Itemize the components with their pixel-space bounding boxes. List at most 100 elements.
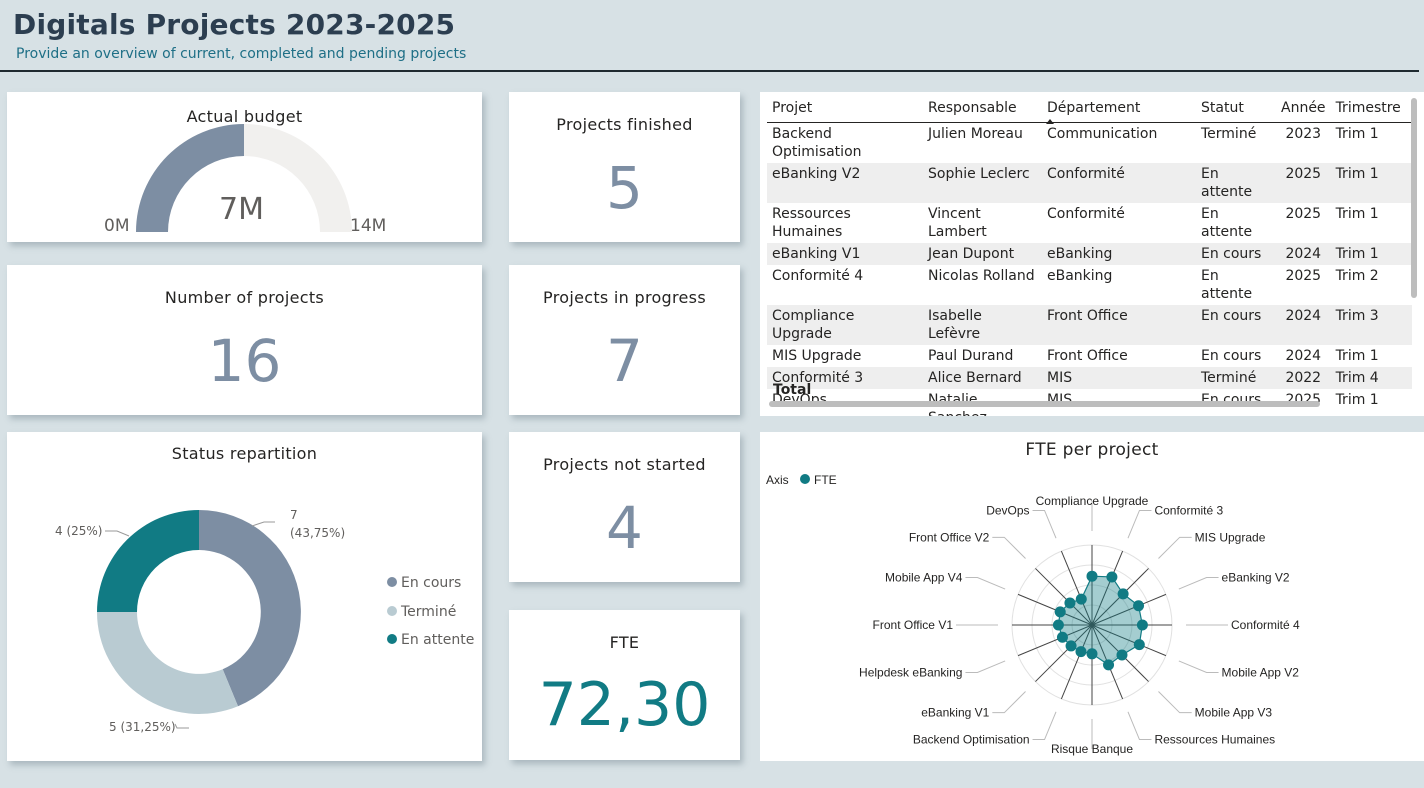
header: Digitals Projects 2023-2025 Provide an o… — [0, 0, 1424, 72]
leader-termine — [174, 723, 189, 729]
radar-leader — [992, 536, 1026, 559]
table-cell: Jean Dupont — [923, 243, 1042, 265]
legend-dot-icon — [387, 577, 397, 587]
radar-leader — [992, 691, 1026, 714]
fte-card[interactable]: FTE 72,30 — [509, 610, 740, 760]
gauge-max: 14M — [350, 216, 387, 236]
radar-point[interactable] — [1054, 606, 1066, 618]
table-cell: Trim 1 — [1335, 206, 1379, 222]
table-cell: eBanking — [1042, 243, 1196, 265]
table-cell: Communication — [1047, 126, 1158, 142]
fte-value: 72,30 — [538, 670, 711, 740]
table-row[interactable]: eBanking V2 Sophie Leclerc Conformité En at… — [767, 163, 1412, 203]
radar-point[interactable] — [1075, 593, 1087, 605]
col-statut[interactable]: Statut — [1196, 96, 1276, 123]
label-en-attente: 4 (25%) — [55, 524, 103, 538]
gauge-min: 0M — [104, 216, 130, 236]
radar-point[interactable] — [1086, 648, 1098, 660]
col-projet[interactable]: Projet — [767, 96, 923, 123]
radar-axis-label: Backend Optimisation — [913, 733, 1030, 747]
table-cell: Backend Optimisation — [772, 126, 862, 160]
projects-table[interactable]: Projet Responsable Département Statut An… — [760, 92, 1424, 416]
legend-en-cours[interactable]: En cours — [387, 575, 461, 591]
radar-point[interactable] — [1117, 588, 1129, 600]
radar-point[interactable] — [1106, 571, 1118, 583]
radar-point[interactable] — [1056, 631, 1068, 643]
table-cell: En cours — [1201, 348, 1262, 364]
radar-point[interactable] — [1052, 619, 1064, 631]
radar-axis-label: Ressources Humaines — [1154, 733, 1275, 747]
table-cell: Front Office — [1047, 348, 1128, 364]
table-cell: 2022 — [1276, 367, 1331, 389]
legend-label: En attente — [401, 632, 475, 648]
slice-en-attente — [97, 510, 199, 612]
table-cell: 2024 — [1285, 348, 1322, 364]
table-cell: En cours — [1196, 243, 1276, 265]
col-trimestre[interactable]: Trimestre — [1330, 96, 1412, 123]
table-cell: 2024 — [1276, 243, 1331, 265]
radar-point[interactable] — [1075, 646, 1087, 658]
radar-point[interactable] — [1116, 649, 1128, 661]
status-card[interactable]: Status repartition 7 (43,75%) 5 (31,25%)… — [7, 432, 482, 761]
radar-axis-label: DevOps — [986, 503, 1029, 517]
radar-point[interactable] — [1065, 640, 1077, 652]
radar-leader — [1127, 711, 1152, 741]
table-cell: Terminé — [1201, 126, 1257, 142]
sort-asc-icon — [1046, 119, 1054, 124]
table-row[interactable]: Conformité 4 Nicolas Rolland eBanking En at… — [767, 265, 1412, 305]
radar-leader — [1178, 577, 1219, 590]
col-departement-label: Département — [1047, 100, 1141, 116]
header-divider — [0, 70, 1419, 72]
in-progress-title: Projects in progress — [543, 288, 706, 307]
col-responsable[interactable]: Responsable — [923, 96, 1042, 123]
radar-point[interactable] — [1064, 597, 1076, 609]
radar-point[interactable] — [1133, 600, 1145, 612]
finished-card[interactable]: Projects finished 5 — [509, 92, 740, 242]
leader-en-attente — [105, 530, 130, 537]
table-row[interactable]: eBanking V1 Jean Dupont eBanking En cours 20… — [767, 243, 1412, 265]
table-row[interactable]: MIS Upgrade Paul Durand Front Office En cou… — [767, 345, 1412, 367]
table-cell: Front Office — [1042, 305, 1196, 345]
table-row[interactable]: Compliance Upgrade Isabelle Lefèvre Front … — [767, 305, 1412, 345]
legend-dot-icon — [387, 634, 397, 644]
legend-termine[interactable]: Terminé — [387, 604, 456, 620]
label-termine: 5 (31,25%) — [109, 720, 176, 734]
radar-card[interactable]: FTE per project Axis FTE Compliance Upgr… — [760, 432, 1424, 761]
table-cell: Paul Durand — [928, 348, 1014, 364]
col-annee[interactable]: Année — [1276, 96, 1331, 123]
radar-axis-label: Mobile App V2 — [1222, 665, 1300, 679]
table-cell: Compliance Upgrade — [767, 305, 923, 345]
slice-termine — [97, 612, 238, 714]
radar-axis-label: Mobile App V4 — [885, 571, 963, 585]
table-cell: Trim 1 — [1330, 243, 1412, 265]
label-en-cours-count: 7 — [290, 508, 298, 522]
table-row[interactable]: Backend Optimisation Julien Moreau Communi… — [767, 123, 1412, 164]
col-departement[interactable]: Département — [1042, 96, 1196, 124]
radar-point[interactable] — [1086, 570, 1098, 582]
in-progress-value: 7 — [606, 327, 643, 395]
in-progress-card[interactable]: Projects in progress 7 — [509, 265, 740, 415]
radar-point[interactable] — [1133, 639, 1145, 651]
legend-en-attente[interactable]: En attente — [387, 632, 474, 648]
radar-area — [1057, 575, 1144, 666]
radar-point[interactable] — [1103, 659, 1115, 671]
table-row[interactable]: Conformité 3 Alice Bernard MIS Terminé 2022 T… — [767, 367, 1412, 389]
radar-axis-label: Conformité 3 — [1154, 503, 1223, 517]
budget-card[interactable]: Actual budget 7M 0M 14M — [7, 92, 482, 242]
table-row[interactable]: Ressources Humaines Vincent Lambert Confor… — [767, 203, 1412, 243]
number-card[interactable]: Number of projects 16 — [7, 265, 482, 415]
page-subtitle: Provide an overview of current, complete… — [16, 46, 467, 62]
vertical-scrollbar[interactable] — [1411, 98, 1417, 298]
horizontal-scrollbar[interactable] — [769, 401, 1320, 407]
table-cell: eBanking — [1047, 268, 1113, 284]
table-cell: Conformité — [1042, 163, 1196, 203]
table-cell: Vincent Lambert — [928, 206, 987, 240]
table-cell: En cours — [1196, 305, 1276, 345]
table-cell: 2025 — [1285, 268, 1322, 284]
table-cell: 2025 — [1285, 206, 1322, 222]
table-total: Total — [773, 382, 812, 398]
not-started-card[interactable]: Projects not started 4 — [509, 432, 740, 582]
radar-point[interactable] — [1136, 619, 1148, 631]
radar-axis-label: Front Office V1 — [873, 618, 954, 632]
radar-leader — [1158, 691, 1192, 714]
